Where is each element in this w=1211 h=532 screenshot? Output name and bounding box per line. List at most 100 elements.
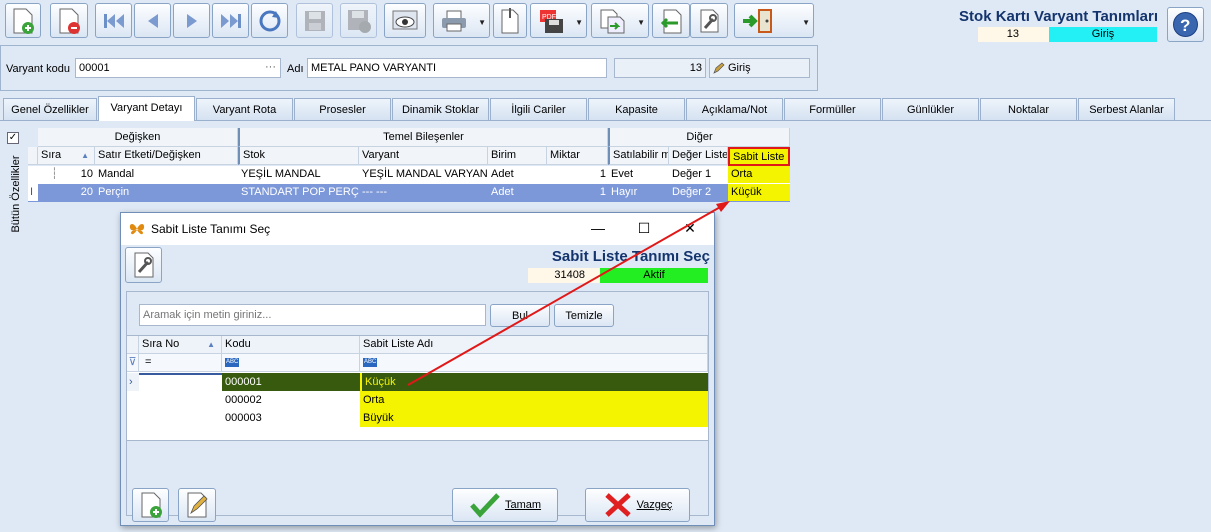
last-record-button[interactable] <box>212 3 249 38</box>
record-number: 13 <box>978 27 1049 42</box>
list-item-selected[interactable]: › 000001 Küçük <box>127 373 708 391</box>
cell-variant: YEŞİL MANDAL VARYANTI <box>362 168 488 180</box>
export-pdf-button[interactable]: PDF ▼ <box>530 3 587 38</box>
cancel-x-icon <box>604 493 631 517</box>
delete-record-button[interactable] <box>50 3 88 38</box>
save-close-button[interactable] <box>340 3 377 38</box>
help-button[interactable]: ? <box>1167 7 1204 42</box>
count-field: 13 <box>614 58 706 78</box>
col-fixed-list[interactable]: Sabit Liste <box>728 147 790 166</box>
import-button[interactable] <box>652 3 690 38</box>
cell-unit: Adet <box>491 186 514 198</box>
filter-order-no[interactable]: = <box>139 354 222 372</box>
previous-icon <box>147 13 158 28</box>
attachment-icon <box>501 7 519 33</box>
cell-value-list: Değer 1 <box>672 168 712 180</box>
tab-notes[interactable]: Açıklama/Not <box>686 98 783 120</box>
preview-button[interactable] <box>384 3 426 38</box>
all-properties-strip[interactable]: ✓ Bütün Özellikler <box>4 128 24 532</box>
filter-icon: ⊽ <box>127 354 139 372</box>
tab-related-accounts[interactable]: İlgili Cariler <box>490 98 587 120</box>
name-label: Adı <box>287 63 304 75</box>
entry-button[interactable]: Giriş <box>709 58 810 78</box>
col-sira[interactable]: Sıra ▲ <box>38 147 95 165</box>
col-row-label[interactable]: Satır Etketi/Değişken <box>95 147 238 165</box>
cell-fixed-list-name: Küçük <box>360 373 708 391</box>
tab-free-fields[interactable]: Serbest Alanlar <box>1078 98 1175 120</box>
delete-document-icon <box>59 8 80 34</box>
list-item[interactable]: 000003 Büyük <box>127 409 708 427</box>
variant-code-value: 00001 <box>79 62 110 74</box>
tab-variant-detail[interactable]: Varyant Detayı <box>98 96 195 121</box>
select-all-checkbox[interactable]: ✓ <box>7 132 19 144</box>
filter-name[interactable]: ABC <box>360 354 708 372</box>
exit-button[interactable]: ▼ <box>734 3 814 38</box>
print-button[interactable]: ▼ <box>433 3 490 38</box>
dialog-record-number: 31408 <box>528 268 600 283</box>
refresh-button[interactable] <box>251 3 288 38</box>
first-record-button[interactable] <box>95 3 132 38</box>
checkmark-icon <box>470 493 500 518</box>
tab-general[interactable]: Genel Özellikler <box>3 98 97 120</box>
cancel-button[interactable]: Vazgeç <box>585 488 690 522</box>
transfer-documents-icon <box>600 9 625 33</box>
new-record-button[interactable] <box>5 3 41 38</box>
add-new-button[interactable] <box>132 488 169 522</box>
refresh-icon <box>259 10 280 31</box>
col-fixed-list-name[interactable]: Sabit Liste Adı <box>360 336 708 354</box>
tab-logs[interactable]: Günlükler <box>882 98 979 120</box>
dialog-tools-button[interactable] <box>125 247 162 283</box>
ok-button-label: Tamam <box>504 499 542 511</box>
tab-points[interactable]: Noktalar <box>980 98 1077 120</box>
filter-code[interactable]: ABC <box>222 354 360 372</box>
transfer-button[interactable]: ▼ <box>591 3 649 38</box>
col-variant[interactable]: Varyant <box>359 147 488 165</box>
col-value-list[interactable]: Değer Liste <box>669 147 728 165</box>
col-stock[interactable]: Stok <box>238 147 359 165</box>
col-order-no[interactable]: Sıra No ▲ <box>139 336 222 354</box>
cell-code: 000002 <box>225 394 262 406</box>
dialog-status: Aktif <box>600 268 708 283</box>
band-basic-components: Temel Bileşenler <box>238 128 608 147</box>
variant-code-field[interactable]: 00001 ··· <box>75 58 281 78</box>
printer-icon <box>442 10 466 31</box>
all-properties-label: Bütün Özellikler <box>10 155 22 233</box>
tools-button[interactable] <box>690 3 728 38</box>
cell-fixed-list[interactable]: Küçük <box>728 184 790 201</box>
name-field[interactable]: METAL PANO VARYANTI <box>307 58 607 78</box>
table-row-selected[interactable]: I 20 Perçin STANDART POP PERÇİN --- --- … <box>28 184 790 202</box>
sort-asc-icon: ▲ <box>207 340 215 349</box>
cell-fixed-list[interactable]: Orta <box>728 166 790 183</box>
tab-variant-route[interactable]: Varyant Rota <box>196 98 293 120</box>
tab-formulas[interactable]: Formüller <box>784 98 881 120</box>
tab-dynamic-stocks[interactable]: Dinamik Stoklar <box>392 98 489 120</box>
col-quantity[interactable]: Miktar <box>547 147 608 165</box>
tab-processes[interactable]: Prosesler <box>294 98 391 120</box>
cell-fixed-list-name: Orta <box>360 391 708 409</box>
edit-button[interactable] <box>178 488 216 522</box>
ok-button[interactable]: Tamam <box>452 488 558 522</box>
col-unit[interactable]: Birim <box>488 147 547 165</box>
cell-stock: STANDART POP PERÇİN <box>241 186 359 198</box>
list-item[interactable]: 000002 Orta <box>127 391 708 409</box>
maximize-button[interactable]: ☐ <box>629 217 659 239</box>
fixed-list-grid: Sıra No ▲ Kodu Sabit Liste Adı ⊽ = ABC AB… <box>127 335 708 441</box>
attachment-button[interactable] <box>493 3 527 38</box>
previous-record-button[interactable] <box>134 3 171 38</box>
tab-capacity[interactable]: Kapasite <box>588 98 685 120</box>
close-button[interactable]: ✕ <box>675 217 705 239</box>
minimize-button[interactable]: — <box>583 217 613 239</box>
col-sellable[interactable]: Satılabilir mi <box>608 147 669 165</box>
col-code[interactable]: Kodu <box>222 336 360 354</box>
find-button[interactable]: Bul <box>490 304 550 327</box>
ellipsis-button[interactable]: ··· <box>265 58 276 76</box>
floppy-disk-icon <box>304 10 325 31</box>
save-button[interactable] <box>296 3 333 38</box>
text-filter-icon: ABC <box>225 357 240 367</box>
clear-button[interactable]: Temizle <box>554 304 614 327</box>
search-input[interactable] <box>139 304 486 326</box>
cell-variant: --- --- <box>362 186 388 198</box>
table-row[interactable]: ┆ 10 Mandal YEŞİL MANDAL YEŞİL MANDAL VA… <box>28 166 790 184</box>
select-fixed-list-dialog: Sabit Liste Tanımı Seç — ☐ ✕ Sabit Liste… <box>120 212 715 526</box>
next-record-button[interactable] <box>173 3 210 38</box>
